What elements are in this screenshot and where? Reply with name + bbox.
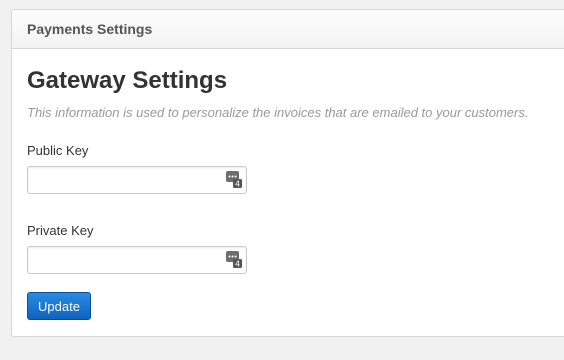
section-description: This information is used to personalize …: [27, 105, 529, 120]
panel-header: Payments Settings: [12, 10, 564, 49]
public-key-label: Public Key: [27, 143, 89, 158]
public-key-input[interactable]: [28, 167, 246, 193]
password-manager-icon[interactable]: 4: [226, 251, 242, 268]
section-title: Gateway Settings: [27, 67, 228, 94]
panel-title: Payments Settings: [27, 21, 153, 37]
svg-text:4: 4: [235, 180, 240, 189]
svg-text:4: 4: [235, 260, 240, 269]
update-button[interactable]: Update: [27, 292, 91, 320]
private-key-field: 4: [27, 246, 247, 274]
private-key-input[interactable]: [28, 247, 246, 273]
private-key-label: Private Key: [27, 223, 94, 238]
payments-settings-panel: Payments Settings Gateway Settings This …: [11, 9, 564, 337]
public-key-field: 4: [27, 166, 247, 194]
password-manager-icon[interactable]: 4: [226, 171, 242, 188]
